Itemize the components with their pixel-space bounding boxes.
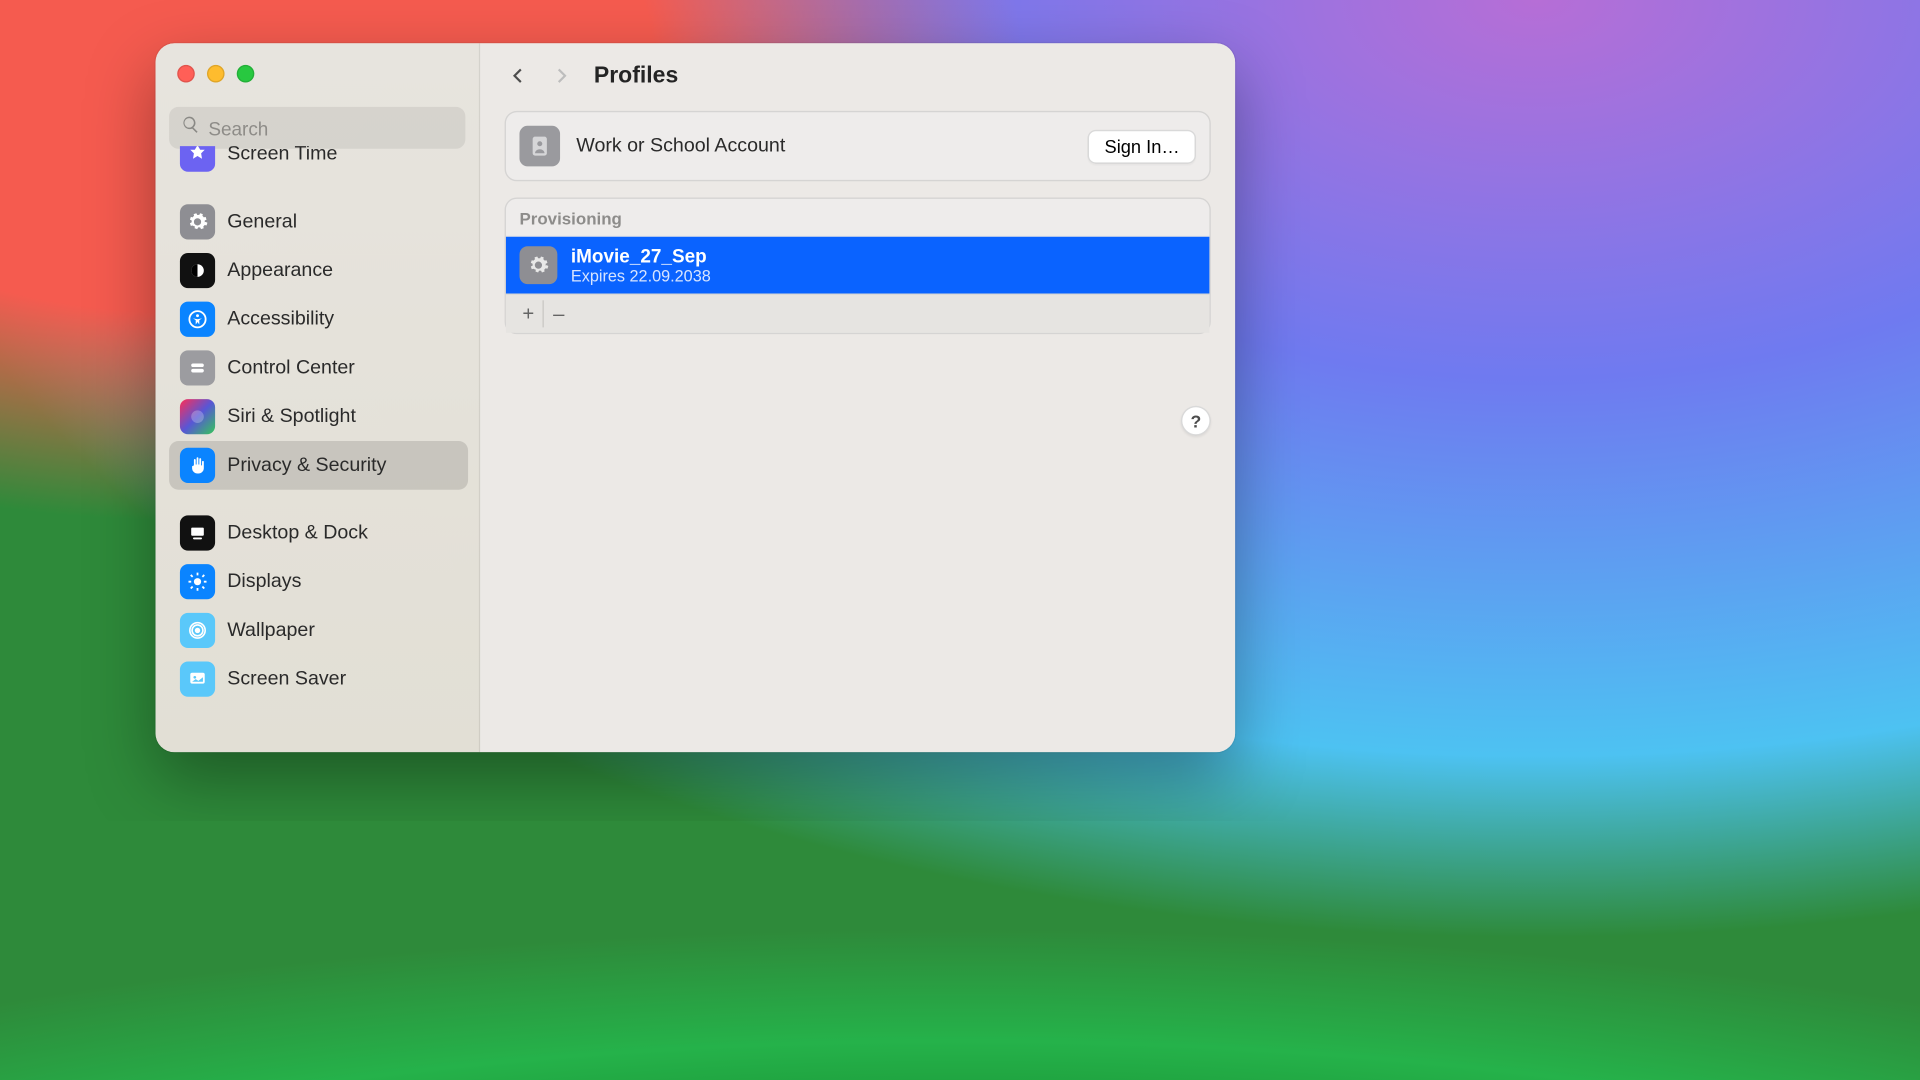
sidebar-item-control-center[interactable]: Control Center bbox=[169, 344, 468, 393]
profile-gear-icon bbox=[519, 246, 557, 284]
window-controls bbox=[156, 43, 479, 93]
screen-time-icon bbox=[180, 146, 215, 172]
sidebar-item-siri[interactable]: Siri & Spotlight bbox=[169, 392, 468, 441]
zoom-button[interactable] bbox=[237, 65, 255, 83]
sidebar-item-label: Control Center bbox=[227, 357, 355, 379]
content-header: Profiles bbox=[480, 43, 1235, 105]
sidebar-item-label: General bbox=[227, 211, 297, 233]
account-title: Work or School Account bbox=[576, 135, 1088, 157]
appearance-icon bbox=[180, 253, 215, 288]
remove-profile-button[interactable]: – bbox=[544, 300, 574, 327]
gear-icon bbox=[180, 204, 215, 239]
list-footer: + – bbox=[506, 294, 1209, 333]
sidebar-item-desktop[interactable]: Desktop & Dock bbox=[169, 509, 468, 558]
close-button[interactable] bbox=[177, 65, 195, 83]
sidebar-item-appearance[interactable]: Appearance bbox=[169, 246, 468, 295]
sidebar-item-displays[interactable]: Displays bbox=[169, 557, 468, 606]
sidebar-item-general[interactable]: General bbox=[169, 198, 468, 247]
provisioning-header: Provisioning bbox=[506, 199, 1209, 237]
profile-expires: Expires 22.09.2038 bbox=[571, 267, 711, 286]
sidebar-item-label: Privacy & Security bbox=[227, 455, 386, 477]
profile-name: iMovie_27_Sep bbox=[571, 245, 711, 267]
profile-info: iMovie_27_Sep Expires 22.09.2038 bbox=[571, 245, 711, 286]
sidebar-item-label: Desktop & Dock bbox=[227, 522, 368, 544]
siri-icon bbox=[180, 399, 215, 434]
control-center-icon bbox=[180, 350, 215, 385]
displays-icon bbox=[180, 564, 215, 599]
minimize-button[interactable] bbox=[207, 65, 225, 83]
main-content: Profiles Work or School Account Sign In…… bbox=[480, 43, 1235, 752]
sign-in-button[interactable]: Sign In… bbox=[1088, 129, 1196, 163]
sidebar-item-privacy[interactable]: Privacy & Security bbox=[169, 441, 468, 490]
back-button[interactable] bbox=[507, 65, 529, 87]
forward-button[interactable] bbox=[551, 65, 573, 87]
provisioning-panel: Provisioning iMovie_27_Sep Expires 22.09… bbox=[505, 198, 1211, 335]
sidebar-item-label: Accessibility bbox=[227, 308, 334, 330]
badge-icon bbox=[519, 126, 560, 167]
profile-row[interactable]: iMovie_27_Sep Expires 22.09.2038 bbox=[506, 237, 1209, 294]
search-input[interactable] bbox=[208, 117, 453, 139]
hand-icon bbox=[180, 448, 215, 483]
sidebar-item-label: Screen Saver bbox=[227, 668, 346, 690]
screensaver-icon bbox=[180, 662, 215, 697]
sidebar-item-label: Screen Time bbox=[227, 146, 337, 165]
sidebar-item-wallpaper[interactable]: Wallpaper bbox=[169, 606, 468, 655]
sidebar-list: Screen Time General Appearance Accessibi… bbox=[156, 146, 479, 752]
accessibility-icon bbox=[180, 302, 215, 337]
wallpaper-icon bbox=[180, 613, 215, 648]
sidebar-item-accessibility[interactable]: Accessibility bbox=[169, 295, 468, 344]
help-button[interactable]: ? bbox=[1181, 406, 1211, 436]
sidebar-item-label: Displays bbox=[227, 571, 301, 593]
search-field[interactable] bbox=[169, 107, 465, 149]
sidebar-item-label: Siri & Spotlight bbox=[227, 406, 356, 428]
sidebar: Screen Time General Appearance Accessibi… bbox=[156, 43, 481, 752]
sidebar-item-label: Appearance bbox=[227, 260, 333, 282]
sidebar-item-screensaver[interactable]: Screen Saver bbox=[169, 655, 468, 704]
add-profile-button[interactable]: + bbox=[514, 300, 544, 327]
desktop-icon bbox=[180, 515, 215, 550]
sidebar-item-label: Wallpaper bbox=[227, 620, 315, 642]
settings-window: Screen Time General Appearance Accessibi… bbox=[156, 43, 1236, 752]
account-panel: Work or School Account Sign In… bbox=[505, 111, 1211, 181]
page-title: Profiles bbox=[594, 62, 678, 89]
search-icon bbox=[181, 115, 208, 141]
sidebar-item-screen-time[interactable]: Screen Time bbox=[169, 146, 468, 178]
